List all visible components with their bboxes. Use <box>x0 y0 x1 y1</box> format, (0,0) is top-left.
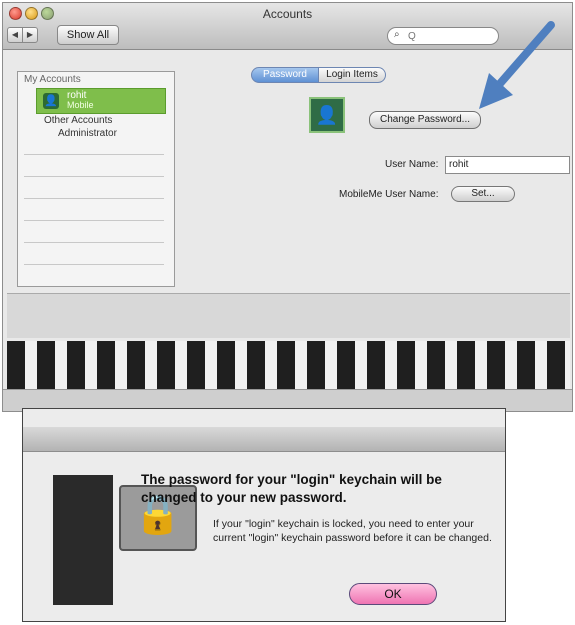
forward-arrow-icon: ▶ <box>26 30 34 39</box>
user-icon: 👤 <box>43 93 59 109</box>
list-divider <box>24 176 164 177</box>
account-type: Mobile <box>67 100 94 110</box>
change-password-button[interactable]: Change Password... <box>369 111 481 129</box>
keychain-alert-dialog: 🔒 The password for your "login" keychain… <box>22 408 506 622</box>
obscured-strip <box>53 475 113 605</box>
back-button[interactable]: ◀ <box>7 27 23 43</box>
set-button[interactable]: Set... <box>451 186 515 202</box>
list-divider <box>24 242 164 243</box>
ok-button[interactable]: OK <box>349 583 437 605</box>
account-row-administrator[interactable]: Administrator <box>58 128 117 139</box>
tab-password[interactable]: Password <box>251 67 319 83</box>
forward-button[interactable]: ▶ <box>22 27 38 43</box>
annotation-arrow-icon <box>479 21 555 109</box>
options-area <box>7 293 570 338</box>
accounts-window: Accounts ◀ ▶ Show All ⌕ My Accounts 👤 ro… <box>2 2 573 412</box>
list-divider <box>24 220 164 221</box>
list-divider <box>24 198 164 199</box>
back-arrow-icon: ◀ <box>11 30 19 39</box>
user-name-label: User Name: <box>385 159 439 170</box>
mobileme-user-name-label: MobileMe User Name: <box>339 189 439 200</box>
show-all-button[interactable]: Show All <box>57 25 119 45</box>
alert-title-bar <box>23 427 505 452</box>
list-heading: My Accounts <box>24 74 81 85</box>
user-silhouette-icon: 👤 <box>315 105 339 125</box>
account-list: My Accounts 👤 rohit Mobile Other Account… <box>17 71 175 287</box>
alert-informative-text: If your "login" keychain is locked, you … <box>213 518 492 544</box>
list-divider <box>24 264 164 265</box>
tab-login-items[interactable]: Login Items <box>318 67 386 83</box>
account-row-selected[interactable]: 👤 rohit Mobile <box>36 88 166 114</box>
obscured-region <box>7 341 570 389</box>
alert-message: The password for your "login" keychain w… <box>141 472 442 505</box>
list-divider <box>24 154 164 155</box>
search-icon: ⌕ <box>394 29 400 40</box>
user-picture[interactable]: 👤 <box>309 97 345 133</box>
user-name-field[interactable]: rohit <box>445 156 570 174</box>
other-accounts-label: Other Accounts <box>44 115 113 126</box>
